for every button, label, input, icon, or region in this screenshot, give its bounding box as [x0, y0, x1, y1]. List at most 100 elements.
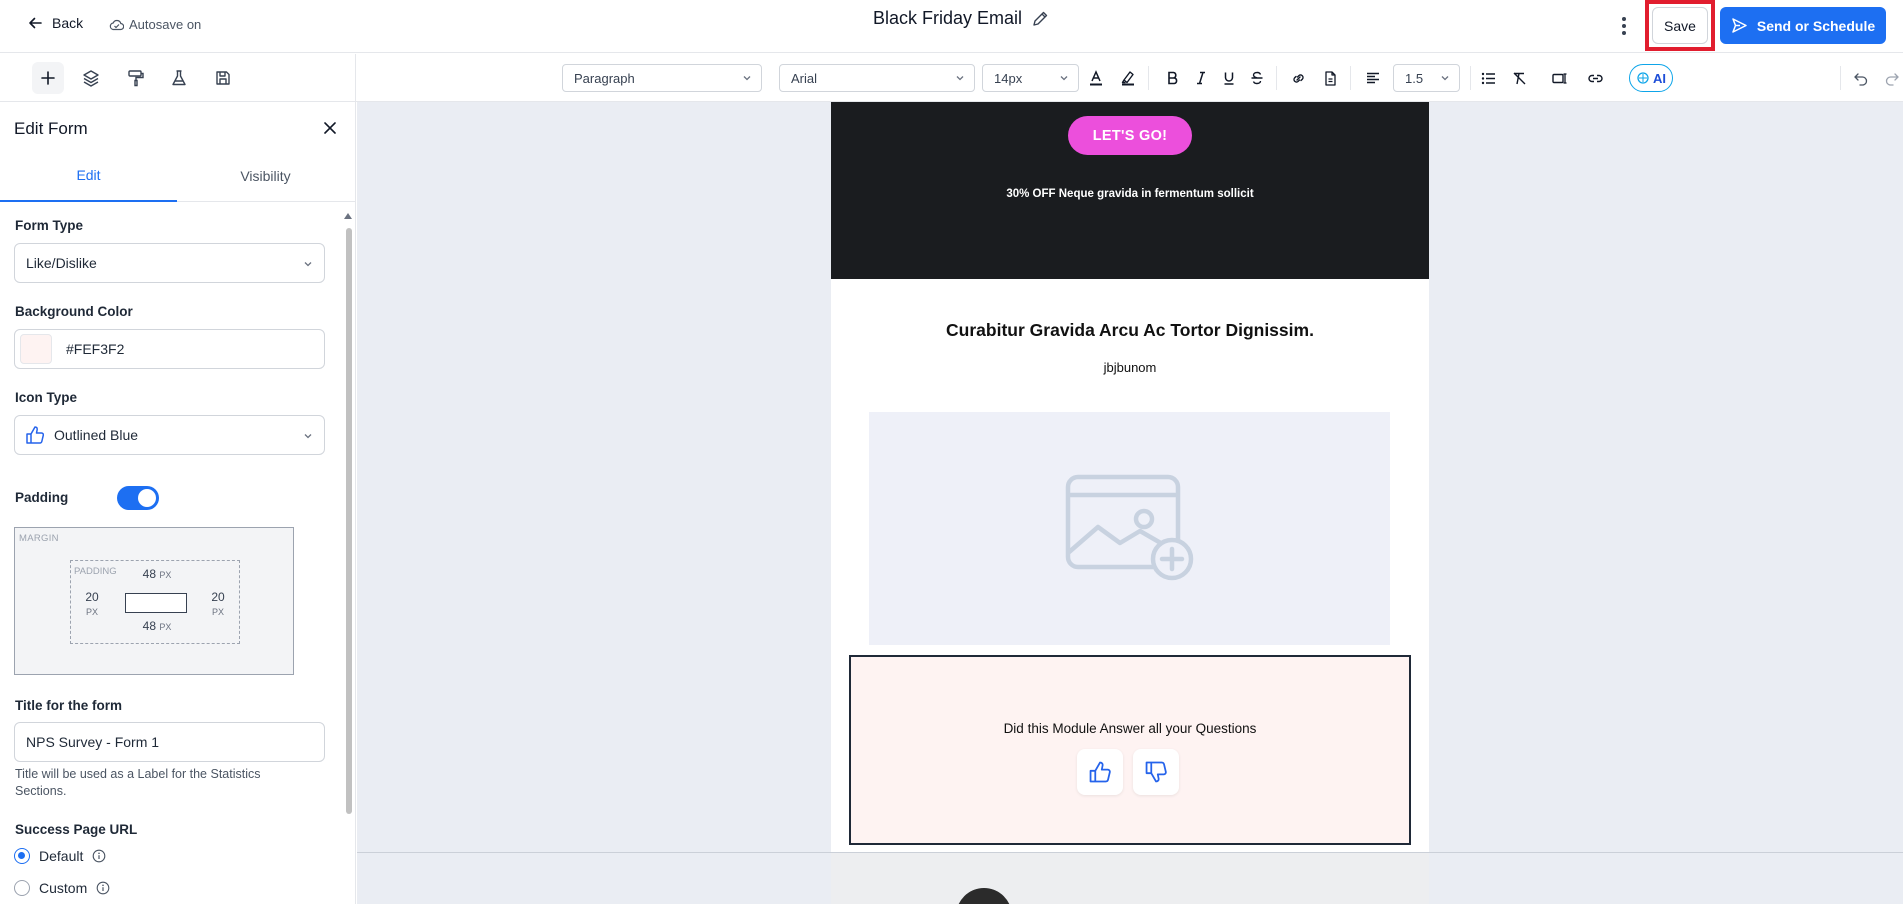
document-title[interactable]: Black Friday Email	[873, 8, 1049, 29]
padding-toggle[interactable]	[117, 486, 159, 510]
test-button[interactable]	[163, 62, 195, 94]
tab-edit[interactable]: Edit	[0, 150, 177, 202]
back-button[interactable]: Back	[28, 15, 83, 31]
list-icon	[1481, 72, 1495, 84]
radio-default-dot[interactable]	[14, 848, 30, 864]
text-box-icon	[1551, 72, 1566, 84]
plus-icon	[41, 71, 55, 85]
avatar	[956, 888, 1012, 904]
bold-icon	[1168, 71, 1178, 85]
padding-box-label: PADDING	[74, 566, 117, 577]
align-left-icon	[1367, 72, 1379, 84]
save-template-button[interactable]	[207, 62, 239, 94]
chain-link-icon	[1587, 74, 1603, 82]
form-question: Did this Module Answer all your Question…	[1003, 721, 1257, 736]
email-body: LET'S GO! 30% OFF Neque gravida in ferme…	[831, 102, 1429, 852]
form-title-label: Title for the form	[15, 698, 123, 713]
image-placeholder[interactable]	[869, 412, 1390, 645]
chevron-down-icon	[304, 262, 312, 267]
pencil-icon[interactable]	[1031, 10, 1049, 28]
ai-sparkle-icon	[1637, 72, 1649, 84]
merge-fields-button[interactable]	[1319, 67, 1341, 89]
more-options-icon[interactable]	[1615, 14, 1633, 38]
document-title-text: Black Friday Email	[873, 8, 1023, 28]
strikethrough-button[interactable]	[1246, 67, 1268, 89]
promo-text[interactable]: 30% OFF Neque gravida in fermentum solli…	[831, 188, 1429, 200]
insert-link-button[interactable]	[1287, 67, 1309, 89]
back-label: Back	[52, 15, 84, 31]
hero-section[interactable]: LET'S GO! 30% OFF Neque gravida in ferme…	[831, 102, 1429, 279]
font-family-select[interactable]: Arial	[779, 64, 975, 92]
thumbs-up-icon	[1089, 761, 1111, 783]
success-url-label: Success Page URL	[15, 822, 138, 837]
next-section-preview[interactable]	[831, 853, 1429, 904]
scrollbar-thumb[interactable]	[346, 228, 352, 814]
radio-custom-dot[interactable]	[14, 880, 30, 896]
align-button[interactable]	[1362, 67, 1384, 89]
top-bar: Back Autosave on Black Friday Email Save…	[0, 0, 1903, 53]
scroll-up-arrow[interactable]	[344, 213, 352, 219]
arrow-left-icon	[29, 17, 42, 29]
form-type-label: Form Type	[15, 218, 84, 233]
padding-label: Padding	[15, 490, 69, 505]
left-tool-group	[0, 54, 356, 102]
tab-visibility[interactable]: Visibility	[177, 150, 354, 202]
italic-button[interactable]	[1190, 67, 1212, 89]
bullet-list-button[interactable]	[1477, 67, 1499, 89]
send-or-schedule-button[interactable]: Send or Schedule	[1720, 7, 1886, 44]
background-color-field[interactable]: #FEF3F2	[14, 329, 325, 369]
highlight-color-button[interactable]	[1117, 67, 1139, 89]
underline-button[interactable]	[1218, 67, 1240, 89]
block-style-value: Paragraph	[574, 70, 635, 86]
autosave-status: Autosave on	[109, 17, 201, 32]
text-color-button[interactable]	[1085, 67, 1107, 89]
info-icon[interactable]	[92, 849, 106, 863]
line-height-select[interactable]: 1.5	[1393, 64, 1460, 92]
text-color-icon	[1090, 70, 1102, 86]
add-element-button[interactable]	[32, 62, 64, 94]
email-subtext[interactable]: jbjbunom	[831, 360, 1429, 375]
block-style-select[interactable]: Paragraph	[562, 64, 762, 92]
dislike-button[interactable]	[1133, 749, 1179, 795]
redo-button[interactable]	[1881, 67, 1903, 89]
form-type-select[interactable]: Like/Dislike	[14, 243, 325, 283]
padding-left-input[interactable]: 20 PX	[81, 590, 103, 619]
undo-button[interactable]	[1850, 67, 1872, 89]
cloud-icon	[109, 19, 124, 30]
highlighter-icon	[1121, 71, 1134, 86]
save-button[interactable]: Save	[1652, 7, 1708, 44]
add-image-icon	[1065, 474, 1193, 580]
radio-default[interactable]: Default	[14, 848, 106, 864]
icon-type-select[interactable]: Outlined Blue	[14, 415, 325, 455]
clear-format-button[interactable]	[1508, 67, 1530, 89]
bold-button[interactable]	[1162, 67, 1184, 89]
close-icon[interactable]	[320, 118, 340, 138]
chevron-down-icon	[1441, 76, 1449, 81]
floppy-disk-icon	[216, 71, 230, 85]
radio-custom[interactable]: Custom	[14, 880, 110, 896]
content-box	[125, 593, 187, 613]
cta-button[interactable]: LET'S GO!	[1068, 116, 1192, 155]
padding-bottom-input[interactable]: 48 PX	[137, 619, 177, 633]
font-size-select[interactable]: 14px	[982, 64, 1079, 92]
form-title-input[interactable]: NPS Survey - Form 1	[14, 722, 325, 762]
styles-button[interactable]	[120, 62, 152, 94]
like-button[interactable]	[1077, 749, 1123, 795]
radio-custom-label: Custom	[39, 880, 88, 896]
line-height-value: 1.5	[1405, 70, 1424, 86]
chevron-down-icon	[304, 434, 312, 439]
italic-icon	[1197, 71, 1205, 85]
email-canvas: LET'S GO! 30% OFF Neque gravida in ferme…	[357, 102, 1903, 904]
special-char-button[interactable]	[1548, 67, 1570, 89]
color-swatch[interactable]	[20, 334, 52, 364]
unlink-button[interactable]	[1584, 67, 1606, 89]
padding-right-input[interactable]: 20 PX	[207, 590, 229, 619]
padding-top-input[interactable]: 48 PX	[137, 567, 177, 581]
ai-assist-button[interactable]: AI	[1629, 64, 1673, 92]
icon-type-value: Outlined Blue	[54, 427, 139, 443]
info-icon[interactable]	[96, 881, 110, 895]
like-dislike-form-block[interactable]: Did this Module Answer all your Question…	[849, 655, 1411, 845]
layers-button[interactable]	[75, 62, 107, 94]
email-heading[interactable]: Curabitur Gravida Arcu Ac Tortor Digniss…	[831, 320, 1429, 341]
toolbar-divider	[1148, 66, 1149, 90]
